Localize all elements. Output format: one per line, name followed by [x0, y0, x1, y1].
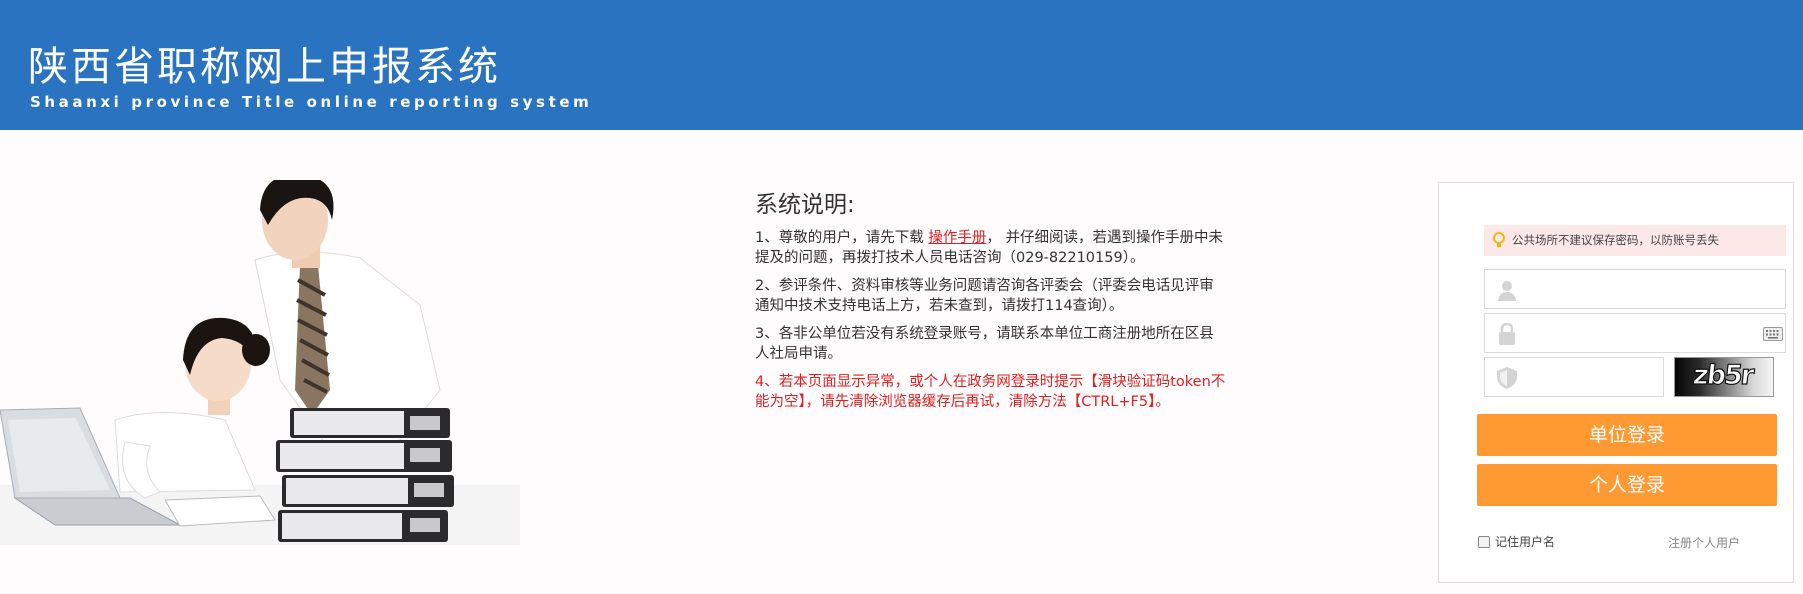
instructions-title: 系统说明: [755, 192, 855, 218]
keyboard-icon[interactable] [1763, 327, 1783, 341]
username-field [1484, 269, 1786, 309]
lock-icon [1499, 322, 1515, 345]
instruction-item-3: 3、各非公单位若没有系统登录账号，请联系本单位工商注册地所在区县人社局申请。 [755, 326, 1214, 362]
login-panel: 公共场所不建议保存密码，以防账号丢失 zb5r 单位登录 个人登录 记住用户名 … [1438, 182, 1794, 583]
register-personal-user-link[interactable]: 注册个人用户 [1668, 534, 1740, 551]
site-subtitle: Shaanxi province Title online reporting … [30, 93, 593, 111]
remember-username-label: 记住用户名 [1495, 535, 1556, 549]
instruction-item-4-warning: 4、若本页面显示异常，或个人在政务网登录时提示【滑块验证码token不能为空】，… [755, 374, 1226, 410]
password-field [1484, 313, 1786, 353]
manual-download-link[interactable]: 操作手册 [928, 230, 986, 246]
captcha-text: zb5r [1691, 359, 1755, 391]
instruction-item-2: 2、参评条件、资料审核等业务问题请咨询各评委会（评委会电话见评审通知中技术支持电… [755, 278, 1214, 314]
password-input[interactable] [1529, 314, 1749, 352]
site-title: 陕西省职称网上申报系统 [28, 44, 501, 90]
captcha-field [1484, 357, 1664, 397]
username-input[interactable] [1529, 270, 1779, 308]
captcha-input[interactable] [1529, 358, 1659, 396]
lightbulb-icon [1493, 232, 1505, 247]
header-banner: 陕西省职称网上申报系统 Shaanxi province Title onlin… [0, 0, 1803, 130]
password-tip-text: 公共场所不建议保存密码，以防账号丢失 [1512, 233, 1719, 247]
instruction-item-1: 1、尊敬的用户，请先下载 操作手册， 并仔细阅读，若遇到操作手册中未提及的问题，… [755, 228, 1227, 268]
remember-username-checkbox[interactable] [1478, 535, 1490, 548]
remember-username: 记住用户名 [1478, 533, 1555, 550]
unit-login-button[interactable]: 单位登录 [1477, 414, 1777, 456]
instruction-item-1-prefix: 1、尊敬的用户，请先下载 [755, 230, 929, 246]
personal-login-button[interactable]: 个人登录 [1477, 464, 1777, 506]
user-icon [1498, 281, 1516, 301]
shield-icon [1497, 367, 1517, 389]
people-with-laptop-and-binders-photo [0, 180, 520, 545]
password-tip: 公共场所不建议保存密码，以防账号丢失 [1484, 225, 1786, 256]
captcha-image[interactable]: zb5r [1674, 357, 1774, 397]
system-instructions: 系统说明: 1、尊敬的用户，请先下载 操作手册， 并仔细阅读，若遇到操作手册中未… [755, 188, 1227, 420]
